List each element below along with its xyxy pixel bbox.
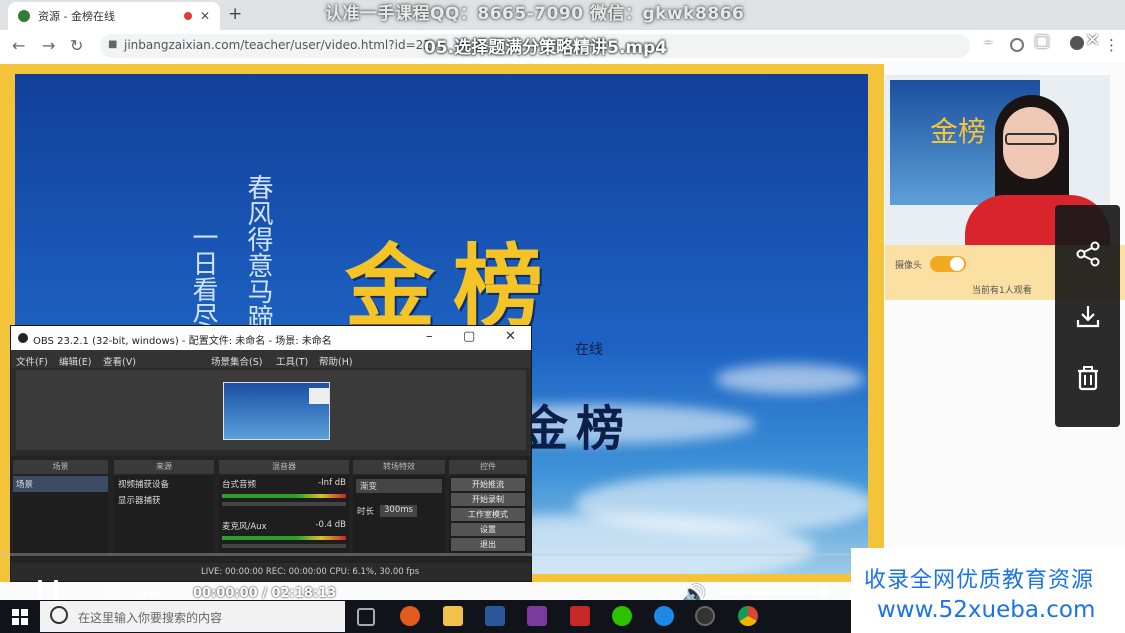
obs-maximize-button[interactable]: ▢: [463, 329, 475, 344]
dock-controls-header: 控件: [449, 460, 527, 474]
obs-menu-edit[interactable]: 编辑(E): [59, 354, 91, 368]
obs-preview: [16, 370, 526, 450]
obs-statusbar: LIVE: 00:00:00 REC: 00:00:00 CPU: 6.1%, …: [11, 563, 531, 581]
onenote-icon[interactable]: [527, 606, 547, 626]
sources-list: 视频捕获设备 显示器捕获: [114, 476, 214, 556]
duration-label: 时长: [357, 507, 375, 517]
exit-button[interactable]: 退出: [451, 538, 525, 551]
lock-icon: ■: [108, 39, 118, 50]
taskbar-search-placeholder: 在这里输入你要搜索的内容: [78, 611, 223, 625]
time-current: 00:00:00: [193, 586, 258, 601]
transitions-panel: 渐变 时长 300ms: [353, 476, 445, 556]
duration-field[interactable]: 300ms: [380, 505, 417, 517]
player-maximize-icon[interactable]: ▢: [1034, 31, 1050, 51]
obs-title: OBS 23.2.1 (32-bit, windows) - 配置文件: 未命名…: [33, 336, 332, 347]
obs-titlebar: OBS 23.2.1 (32-bit, windows) - 配置文件: 未命名…: [11, 326, 531, 350]
time-total: 02:18:13: [271, 586, 337, 601]
obs-minimize-button[interactable]: –: [426, 329, 433, 344]
forward-button[interactable]: →: [42, 36, 55, 55]
time-separator: /: [257, 586, 272, 601]
studio-mode-button[interactable]: 工作室模式: [451, 508, 525, 521]
jinbang-logo-secondary: 金榜: [520, 401, 633, 457]
obs-taskbar-icon[interactable]: [695, 606, 715, 626]
mixer-channel-name: 麦克风/Aux: [222, 522, 267, 532]
task-view-icon[interactable]: [357, 608, 375, 626]
windows-start-icon[interactable]: [12, 609, 28, 625]
mixer-channel-level: -0.4 dB: [315, 520, 346, 530]
source-item[interactable]: 显示器捕获: [114, 492, 214, 508]
browser-tab[interactable]: 资源 - 金榜在线 ✕: [8, 2, 220, 30]
viewer-count: 当前有1人观看: [972, 286, 1032, 296]
teacher-glasses: [1005, 133, 1057, 145]
browser-menu-icon[interactable]: ⋮: [1104, 36, 1119, 54]
scenes-list: 场景: [13, 476, 108, 556]
mixer-channel-name: 台式音频: [222, 480, 257, 490]
cortana-icon: [50, 606, 68, 624]
firefox-icon[interactable]: [400, 606, 420, 626]
camera-label: 摄像头: [895, 261, 923, 271]
transition-select[interactable]: 渐变: [356, 479, 442, 493]
word-icon[interactable]: [485, 606, 505, 626]
ad-headline: 收录全网优质教育资源: [864, 568, 1095, 593]
obs-window: OBS 23.2.1 (32-bit, windows) - 配置文件: 未命名…: [10, 325, 532, 582]
volume-slider[interactable]: [222, 502, 346, 506]
tab-close-icon[interactable]: ✕: [200, 9, 210, 23]
source-item[interactable]: 视频捕获设备: [114, 476, 214, 492]
volume-meter: [222, 494, 346, 498]
audio-mixer: 台式音频 -Inf dB 麦克风/Aux -0.4 dB: [219, 476, 349, 556]
edge-icon[interactable]: [654, 606, 674, 626]
recording-indicator-icon: [183, 12, 192, 20]
chrome-icon[interactable]: [738, 606, 758, 626]
start-recording-button[interactable]: 开始录制: [451, 493, 525, 506]
trash-icon[interactable]: [1070, 360, 1106, 396]
file-explorer-icon[interactable]: [443, 606, 463, 626]
site-favicon-icon: [18, 10, 30, 22]
obs-menu-scene-collection[interactable]: 场景集合(S): [211, 354, 262, 368]
obs-close-button[interactable]: ✕: [505, 329, 516, 344]
volume-meter: [222, 536, 346, 540]
volume-slider[interactable]: [222, 544, 346, 548]
app-icon[interactable]: [570, 606, 590, 626]
dock-transitions-header: 转场特效: [353, 460, 445, 474]
watermark-text: 认准一手课程QQ：8665-7090 微信：gkwk8866: [325, 4, 745, 24]
mixer-channel-level: -Inf dB: [318, 478, 346, 488]
start-streaming-button[interactable]: 开始推流: [451, 478, 525, 491]
obs-status-text: LIVE: 00:00:00 REC: 00:00:00 CPU: 6.1%, …: [201, 567, 420, 577]
profile-avatar-icon[interactable]: [1070, 36, 1084, 50]
obs-preview-thumbnail: [223, 382, 330, 440]
controls-panel: 开始推流 开始录制 工作室模式 设置 退出: [449, 476, 527, 556]
share-icon[interactable]: [1070, 236, 1106, 272]
dock-scenes-header: 场景: [13, 460, 108, 474]
calligraphy-text: 春风得意马蹄: [243, 174, 273, 330]
obs-menu-file[interactable]: 文件(F): [16, 354, 48, 368]
obs-menubar: 文件(F) 编辑(E) 查看(V) 场景集合(S) 工具(T) 帮助(H): [11, 350, 531, 368]
obs-menu-help[interactable]: 帮助(H): [319, 354, 353, 368]
obs-logo-icon: [18, 333, 28, 343]
timecode: 00:00:00 / 02:18:13: [193, 586, 336, 601]
calligraphy-text-2: 一日看尽: [188, 224, 218, 328]
download-icon[interactable]: [1070, 298, 1106, 334]
obs-menu-tools[interactable]: 工具(T): [276, 354, 308, 368]
dock-sources-header: 来源: [114, 460, 214, 474]
camera-toggle-knob: [950, 257, 964, 271]
volume-slider-knob[interactable]: [819, 586, 831, 598]
zoom-search-icon[interactable]: [1010, 38, 1024, 52]
ad-url: www.52xueba.com: [877, 597, 1096, 623]
player-close-icon[interactable]: ✕: [1085, 30, 1100, 51]
dock-mixer-header: 混音器: [219, 460, 349, 474]
tab-title: 资源 - 金榜在线: [38, 10, 115, 23]
url-text: jinbangzaixian.com/teacher/user/video.ht…: [124, 38, 431, 52]
settings-button[interactable]: 设置: [451, 523, 525, 536]
back-button[interactable]: ←: [12, 36, 25, 55]
wechat-icon[interactable]: [612, 606, 632, 626]
reload-button[interactable]: ↻: [70, 36, 83, 55]
volume-slider[interactable]: [720, 591, 825, 594]
logo-subtext: 在线: [575, 342, 603, 358]
player-minimize-icon[interactable]: –: [984, 32, 993, 52]
new-tab-button[interactable]: +: [228, 4, 242, 24]
video-title: 05.选择题满分策略精讲5.mp4: [424, 38, 668, 58]
scene-item[interactable]: 场景: [13, 476, 108, 492]
obs-menu-view[interactable]: 查看(V): [103, 354, 136, 368]
